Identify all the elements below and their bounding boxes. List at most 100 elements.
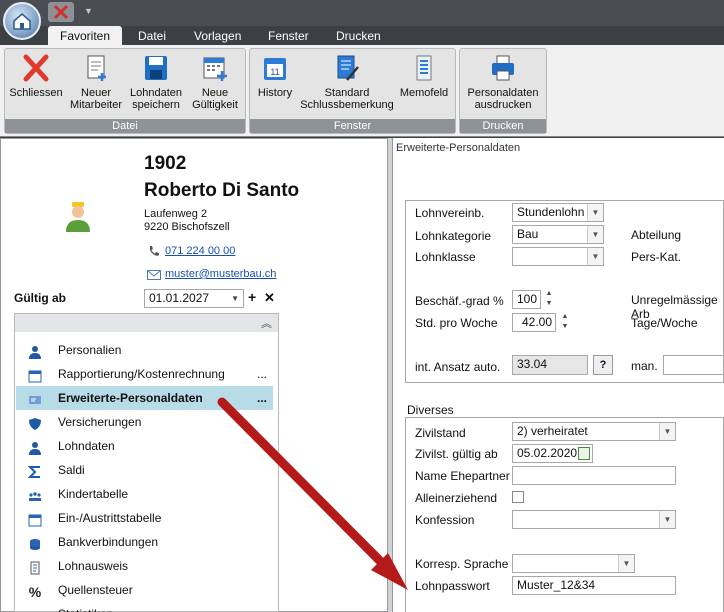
email-icon — [147, 269, 161, 280]
lohndaten-label-1: Lohndaten — [130, 87, 182, 99]
coins-icon — [28, 535, 42, 550]
nav-item-statistiken[interactable]: Statistiken — [16, 602, 273, 612]
ehepartner-input[interactable] — [512, 466, 676, 485]
schliessen-button[interactable]: Schliessen — [7, 53, 65, 99]
man-input[interactable] — [663, 355, 724, 375]
nav-item-bankverbindungen[interactable]: Bankverbindungen — [16, 530, 273, 554]
remove-gueltigkeit-icon[interactable]: ✕ — [264, 290, 275, 306]
man-label: man. — [631, 359, 658, 373]
help-button[interactable]: ? — [593, 355, 613, 375]
nav-item-personalien[interactable]: Personalien — [16, 338, 273, 362]
nav-item-quellensteuer[interactable]: % Quellensteuer — [16, 578, 273, 602]
more-options-icon[interactable]: ... — [257, 362, 267, 386]
nav-item-label: Saldi — [58, 463, 85, 477]
korresp-sprache-select[interactable]: ▼ — [512, 554, 635, 573]
save-icon — [145, 56, 167, 80]
app-menu-button[interactable] — [3, 2, 41, 40]
lohnklasse-select[interactable]: ▼ — [512, 247, 604, 266]
lohnkategorie-value: Bau — [517, 227, 539, 241]
lohnklasse-label: Lohnklasse — [415, 250, 476, 264]
zivilst-gueltig-input[interactable]: 05.02.2020 — [512, 444, 593, 463]
tab-fenster[interactable]: Fenster — [256, 26, 321, 46]
neue-gueltigkeit-button[interactable]: Neue Gültigkeit — [185, 53, 245, 111]
chevron-down-icon[interactable]: ▼ — [587, 226, 603, 243]
quick-access-close-button[interactable] — [48, 2, 74, 22]
std-spin-down-icon[interactable]: ▼ — [560, 323, 570, 331]
nav-item-label: Lohndaten — [58, 439, 115, 453]
phone-link[interactable]: 071 224 00 00 — [165, 245, 235, 257]
title-bar — [0, 0, 724, 26]
chevron-down-icon[interactable]: ▼ — [618, 555, 634, 572]
memofeld-label: Memofeld — [399, 87, 449, 99]
neuer-mitarbeiter-button[interactable]: Neuer Mitarbeiter — [65, 53, 127, 111]
nav-item-saldi[interactable]: Saldi — [16, 458, 273, 482]
lohnpasswort-input[interactable]: Muster_12&34 — [512, 576, 676, 595]
chevron-down-icon[interactable]: ▼ — [587, 248, 603, 265]
std-spin-up-icon[interactable]: ▲ — [560, 313, 570, 321]
add-gueltigkeit-icon[interactable]: + — [248, 289, 256, 305]
zivilstand-label: Zivilstand — [415, 426, 466, 440]
lohndaten-speichern-button[interactable]: Lohndaten speichern — [127, 53, 185, 111]
std-input[interactable]: 42.00 — [512, 313, 556, 332]
konfession-label: Konfession — [415, 513, 475, 527]
group-label-datei: Datei — [5, 119, 245, 133]
tab-vorlagen[interactable]: Vorlagen — [182, 26, 253, 46]
chevron-down-icon[interactable]: ▼ — [231, 290, 239, 307]
konfession-select[interactable]: ▼ — [512, 510, 676, 529]
grad-spin-up-icon[interactable]: ▲ — [544, 290, 554, 298]
chevron-down-icon[interactable]: ▼ — [659, 511, 675, 528]
collapse-icon[interactable]: ︽ — [261, 315, 272, 331]
svg-text:%: % — [29, 585, 42, 599]
grad-spin-down-icon[interactable]: ▼ — [544, 300, 554, 308]
tab-drucken[interactable]: Drucken — [324, 26, 393, 46]
card-icon — [28, 391, 42, 405]
nav-item-lohndaten[interactable]: Lohndaten — [16, 434, 273, 458]
sigma-icon — [27, 463, 42, 478]
nav-item-label: Versicherungen — [58, 415, 142, 429]
memofeld-button[interactable]: Memofeld — [396, 53, 452, 99]
nav-item-kindertabelle[interactable]: Kindertabelle — [16, 482, 273, 506]
more-options-icon[interactable]: ... — [257, 386, 267, 410]
lohnvereinb-label: Lohnvereinb. — [415, 206, 485, 220]
nav-item-label: Lohnausweis — [58, 559, 129, 573]
chart-icon — [28, 607, 42, 612]
gueltig-ab-date-input[interactable]: 01.01.2027 ▼ — [144, 289, 244, 308]
zivilstand-select[interactable]: 2) verheiratet ▼ — [512, 422, 676, 441]
calendar-icon[interactable] — [578, 447, 590, 460]
nav-item-label: Ein-/Austrittstabelle — [58, 511, 162, 525]
chevron-down-icon[interactable]: ▼ — [659, 423, 675, 440]
history-button[interactable]: 11 History — [252, 53, 298, 99]
standard-schlussbemerkung-button[interactable]: Standard Schlussbemerkung — [298, 53, 396, 111]
lohnkategorie-select[interactable]: Bau ▼ — [512, 225, 604, 244]
percent-icon: % — [28, 583, 42, 600]
lohnvereinb-select[interactable]: Stundenlohn ▼ — [512, 203, 604, 222]
grad-label: Beschäf.-grad % — [415, 294, 504, 308]
perskat-label: Pers-Kat. — [631, 250, 682, 264]
email-link[interactable]: muster@musterbau.ch — [165, 268, 276, 280]
nav-item-label: Personalien — [58, 343, 122, 357]
nav-item-versicherungen[interactable]: Versicherungen — [16, 410, 273, 434]
chevron-down-icon[interactable]: ▼ — [587, 204, 603, 221]
phone-icon — [148, 245, 160, 257]
personaldaten-label-1: Personaldaten — [467, 87, 539, 99]
calendar-icon — [28, 367, 42, 383]
std-label: Std. pro Woche — [415, 316, 498, 330]
tab-favoriten[interactable]: Favoriten — [48, 26, 122, 46]
alleinerziehend-label: Alleinerziehend — [415, 491, 498, 505]
nav-item-lohnausweis[interactable]: Lohnausweis — [16, 554, 273, 578]
nav-item-ein-austrittstabelle[interactable]: Ein-/Austrittstabelle — [16, 506, 273, 530]
tab-datei[interactable]: Datei — [126, 26, 178, 46]
grad-input[interactable]: 100 — [512, 290, 541, 309]
nav-item-label: Erweiterte-Personaldaten — [58, 391, 203, 405]
panel-title: Erweiterte-Personaldaten — [396, 142, 521, 154]
nav-item-rapportierung-kostenrechnung[interactable]: Rapportierung/Kostenrechnung... — [16, 362, 273, 386]
close-icon — [23, 54, 49, 82]
nav-list-header: ︽ — [15, 314, 278, 332]
neuer-label-1: Neuer — [81, 87, 111, 99]
alleinerziehend-checkbox[interactable] — [512, 491, 524, 503]
personaldaten-ausdrucken-button[interactable]: Personaldaten ausdrucken — [462, 53, 544, 111]
nav-item-erweiterte-personaldaten[interactable]: Erweiterte-Personaldaten... — [16, 386, 273, 410]
person-avatar-icon — [66, 202, 90, 232]
ribbon-group-drucken: Personaldaten ausdrucken Drucken — [459, 48, 547, 134]
quick-access-dropdown-icon[interactable]: ▼ — [84, 6, 93, 16]
